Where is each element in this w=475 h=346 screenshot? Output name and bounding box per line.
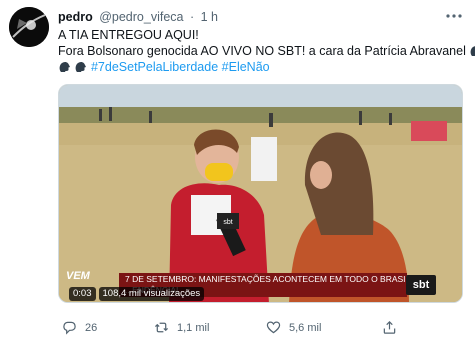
- retweet-count: 1,1 mil: [177, 321, 210, 334]
- hashtag-link[interactable]: #EleNão: [222, 60, 270, 74]
- tweet-header: pedro @pedro_vifeca · 1 h: [58, 9, 218, 25]
- video-player[interactable]: sbt VEM 7 DE SETEMBRO: MANIFESTAÇÕES ACO…: [58, 84, 463, 303]
- tweet-line-3: #7deSetPelaLiberdade #EleNão: [58, 59, 468, 75]
- video-frame: sbt: [59, 85, 462, 302]
- avatar[interactable]: [9, 7, 49, 47]
- retweet-button[interactable]: 1,1 mil: [154, 320, 209, 335]
- sbt-logo: sbt: [406, 275, 436, 295]
- share-button[interactable]: [382, 320, 397, 335]
- reply-icon: [63, 321, 76, 335]
- tweet-text: A TIA ENTREGOU AQUI! Fora Bolsonaro geno…: [58, 27, 475, 75]
- tweet-line-2-text: Fora Bolsonaro genocida AO VIVO NO SBT! …: [58, 44, 466, 58]
- reply-button[interactable]: 26: [62, 320, 97, 335]
- share-icon: [383, 321, 396, 334]
- video-stats: 0:03 108,4 mil visualizações: [69, 287, 205, 301]
- retweet-icon: [154, 322, 169, 333]
- video-duration: 0:03: [69, 287, 96, 301]
- display-name[interactable]: pedro: [58, 10, 93, 24]
- reply-count: 26: [85, 321, 98, 334]
- heart-icon: [266, 321, 281, 334]
- tweet-line-2: Fora Bolsonaro genocida AO VIVO NO SBT! …: [58, 43, 475, 59]
- tweet-line-1: A TIA ENTREGOU AQUI!: [58, 28, 199, 42]
- banner-line-1: 7 DE SETEMBRO: MANIFESTAÇÕES ACONTECEM E…: [125, 274, 411, 284]
- like-count: 5,6 mil: [289, 321, 322, 334]
- speaking-head-icon: [76, 61, 87, 72]
- mic-logo-text: sbt: [223, 219, 232, 226]
- timestamp[interactable]: 1 h: [201, 10, 218, 24]
- action-bar: 26 1,1 mil 5,6 mil: [58, 320, 468, 338]
- video-views: 108,4 mil visualizações: [98, 287, 205, 301]
- user-handle[interactable]: @pedro_vifeca: [99, 10, 183, 24]
- more-icon[interactable]: [444, 11, 464, 21]
- channel-tag: VEM: [66, 270, 90, 282]
- speaking-head-icon: [470, 46, 475, 56]
- tweet[interactable]: pedro @pedro_vifeca · 1 h A TIA ENTREGOU…: [0, 0, 475, 346]
- speaking-head-icon: [59, 61, 70, 72]
- separator-dot: ·: [189, 10, 195, 24]
- like-button[interactable]: 5,6 mil: [266, 320, 321, 335]
- hashtag-link[interactable]: #7deSetPelaLiberdade: [91, 60, 218, 74]
